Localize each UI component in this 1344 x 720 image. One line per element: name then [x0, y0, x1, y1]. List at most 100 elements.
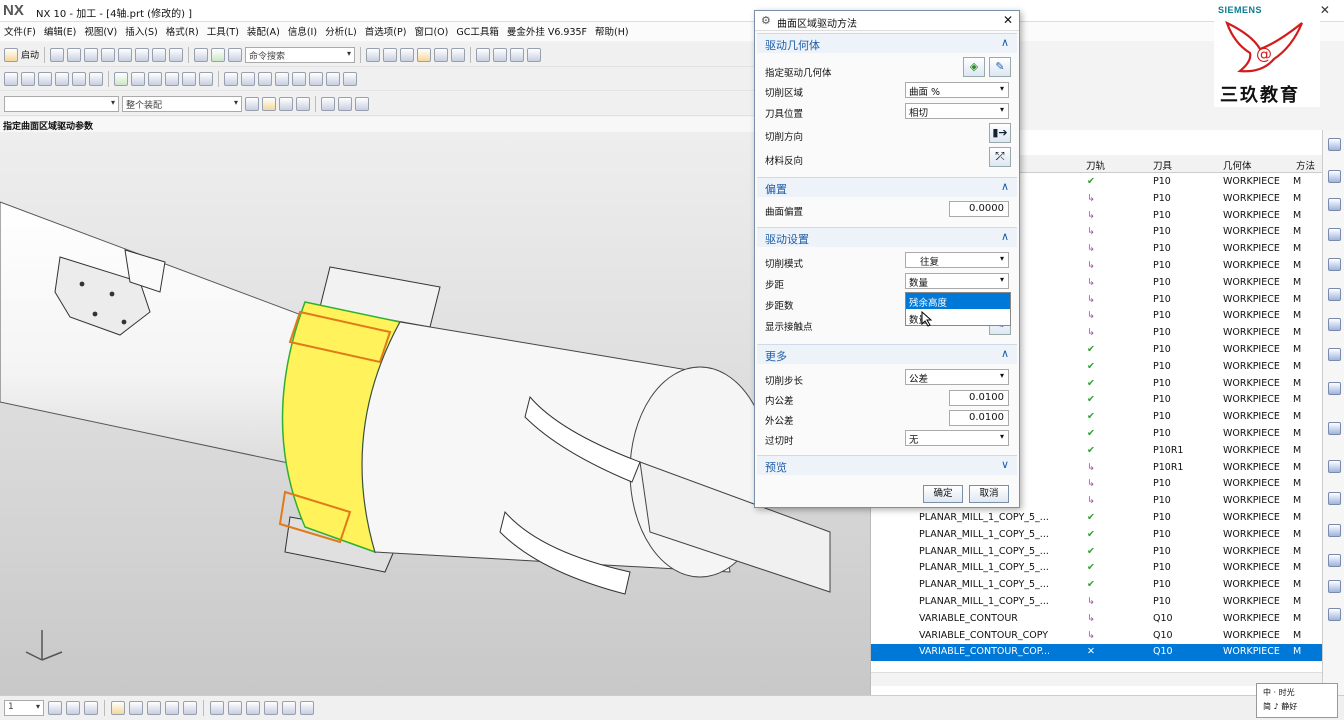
- scope-filter-select[interactable]: 整个装配: [122, 95, 242, 112]
- circle-icon[interactable]: [258, 71, 272, 86]
- overcut-select[interactable]: 无: [905, 430, 1009, 446]
- dialog-title-bar[interactable]: ⚙ 曲面区域驱动方法 ✕: [755, 11, 1019, 31]
- cancel-button[interactable]: 取消: [969, 485, 1009, 503]
- machine-navigator-icon[interactable]: [1328, 258, 1341, 271]
- menu-view[interactable]: 视图(V): [80, 22, 121, 40]
- specify-geometry-button[interactable]: ◈: [963, 57, 985, 77]
- fit-view-icon[interactable]: [366, 47, 381, 62]
- clock-icon[interactable]: [1328, 460, 1341, 473]
- part-navigator-icon[interactable]: [1328, 198, 1341, 211]
- center-point-icon[interactable]: [321, 96, 335, 111]
- select-all-icon[interactable]: [245, 96, 259, 111]
- menu-analysis[interactable]: 分析(L): [321, 22, 361, 40]
- palette-icon[interactable]: [1328, 348, 1341, 361]
- cube-view-icon[interactable]: [400, 47, 415, 62]
- copy-icon[interactable]: [135, 47, 150, 62]
- section-more[interactable]: 更多 ∧: [757, 344, 1017, 364]
- save-as-icon[interactable]: [101, 47, 116, 62]
- menu-tools[interactable]: 工具(T): [203, 22, 243, 40]
- menu-plugin[interactable]: 曼金外挂 V6.935F: [503, 22, 591, 40]
- chevron-up-icon[interactable]: ∧: [1001, 36, 1009, 49]
- process-studio-icon[interactable]: [1328, 422, 1341, 435]
- delete-icon[interactable]: [169, 47, 184, 62]
- rectangle-select-icon[interactable]: [338, 96, 352, 111]
- tool-3d-icon[interactable]: [210, 701, 224, 715]
- operation-row[interactable]: PLANAR_MILL_1_COPY_5_... ✔ P10 WORKPIECE M: [871, 577, 1323, 594]
- invert-show-icon[interactable]: [165, 701, 179, 715]
- verify-path-icon[interactable]: [148, 71, 162, 86]
- wcs-orient-icon[interactable]: [84, 701, 98, 715]
- extend-icon[interactable]: [343, 71, 357, 86]
- show-hide-icon[interactable]: [147, 701, 161, 715]
- menu-edit[interactable]: 编辑(E): [40, 22, 80, 40]
- type-filter-select[interactable]: [4, 95, 119, 112]
- sync-icon[interactable]: [129, 701, 143, 715]
- col-method[interactable]: 方法: [1296, 158, 1315, 172]
- body-select-icon[interactable]: [355, 96, 369, 111]
- cut-pattern-select[interactable]: 往复: [905, 252, 1009, 268]
- point-constructor-icon[interactable]: [228, 701, 242, 715]
- machine-tool-view-icon[interactable]: [89, 71, 103, 86]
- cross-snap-icon[interactable]: [279, 96, 293, 111]
- move-to-layer-icon[interactable]: [66, 701, 80, 715]
- start-menu-label[interactable]: 启动: [21, 48, 39, 61]
- section-preview[interactable]: 预览 ∨: [757, 455, 1017, 475]
- csys-icon[interactable]: [282, 701, 296, 715]
- color-icon[interactable]: [434, 47, 449, 62]
- undo-icon[interactable]: [194, 47, 209, 62]
- section-offset[interactable]: 偏置 ∧: [757, 177, 1017, 197]
- section-drive-geometry[interactable]: 驱动几何体 ∧: [757, 33, 1017, 53]
- chevron-up-icon[interactable]: ∧: [1001, 230, 1009, 243]
- measure-icon[interactable]: [493, 47, 508, 62]
- menu-assembly[interactable]: 装配(A): [243, 22, 284, 40]
- generate-path-icon[interactable]: [114, 71, 128, 86]
- replay-path-icon[interactable]: [131, 71, 145, 86]
- paste-icon[interactable]: [152, 47, 167, 62]
- offset-curve-icon[interactable]: [292, 71, 306, 86]
- material-reverse-button[interactable]: ⤱: [989, 147, 1011, 167]
- menu-gc-toolbox[interactable]: GC工具箱: [452, 22, 503, 40]
- create-geometry-icon[interactable]: [38, 71, 52, 86]
- chevron-down-icon[interactable]: ∨: [1001, 458, 1009, 471]
- save-icon[interactable]: [84, 47, 99, 62]
- menu-preferences[interactable]: 首选项(P): [361, 22, 411, 40]
- plane-icon[interactable]: [264, 701, 278, 715]
- gear-icon[interactable]: [300, 701, 314, 715]
- menu-window[interactable]: 窗口(O): [410, 22, 452, 40]
- operation-row[interactable]: PLANAR_MILL_1_COPY_5_... ✔ P10 WORKPIECE M: [871, 544, 1323, 561]
- system-materials-icon[interactable]: [1328, 382, 1341, 395]
- layer-settings-icon[interactable]: [48, 701, 62, 715]
- arc-icon[interactable]: [241, 71, 255, 86]
- surface-offset-input[interactable]: 0.0000: [949, 201, 1009, 217]
- operation-row[interactable]: VARIABLE_CONTOUR_COP... ✕ Q10 WORKPIECE M: [871, 644, 1323, 662]
- roles-icon[interactable]: [1328, 492, 1341, 505]
- point-icon[interactable]: [527, 47, 542, 62]
- snap-point-icon[interactable]: [262, 96, 276, 111]
- layer-select[interactable]: 1: [4, 700, 44, 716]
- project-curve-icon[interactable]: [309, 71, 323, 86]
- select-icon[interactable]: [228, 47, 243, 62]
- create-program-icon[interactable]: [4, 71, 18, 86]
- menu-info[interactable]: 信息(I): [284, 22, 321, 40]
- end-point-icon[interactable]: [296, 96, 310, 111]
- refresh-icon[interactable]: [211, 47, 226, 62]
- operation-row[interactable]: PLANAR_MILL_1_COPY_5_... ✔ P10 WORKPIECE M: [871, 560, 1323, 577]
- dropdown-option[interactable]: 残余高度: [906, 293, 1010, 309]
- simulate-icon[interactable]: [165, 71, 179, 86]
- web-browser-icon[interactable]: [1328, 288, 1341, 301]
- cut-step-select[interactable]: 公差: [905, 369, 1009, 385]
- reuse-library-icon[interactable]: [1328, 228, 1341, 241]
- show-all-icon[interactable]: [183, 701, 197, 715]
- outtol-input[interactable]: 0.0100: [949, 410, 1009, 426]
- create-tool-icon[interactable]: [21, 71, 35, 86]
- stepover-select[interactable]: 数量: [905, 273, 1009, 289]
- create-method-icon[interactable]: [55, 71, 69, 86]
- cut-direction-button[interactable]: ▮➔: [989, 123, 1011, 143]
- layer-icon[interactable]: [417, 47, 432, 62]
- post-process-icon[interactable]: [182, 71, 196, 86]
- create-operation-icon[interactable]: [72, 71, 86, 86]
- settings-icon[interactable]: [1328, 524, 1341, 537]
- timer-icon[interactable]: [1328, 608, 1341, 621]
- snap-icon[interactable]: [510, 47, 525, 62]
- history-icon[interactable]: [1328, 318, 1341, 331]
